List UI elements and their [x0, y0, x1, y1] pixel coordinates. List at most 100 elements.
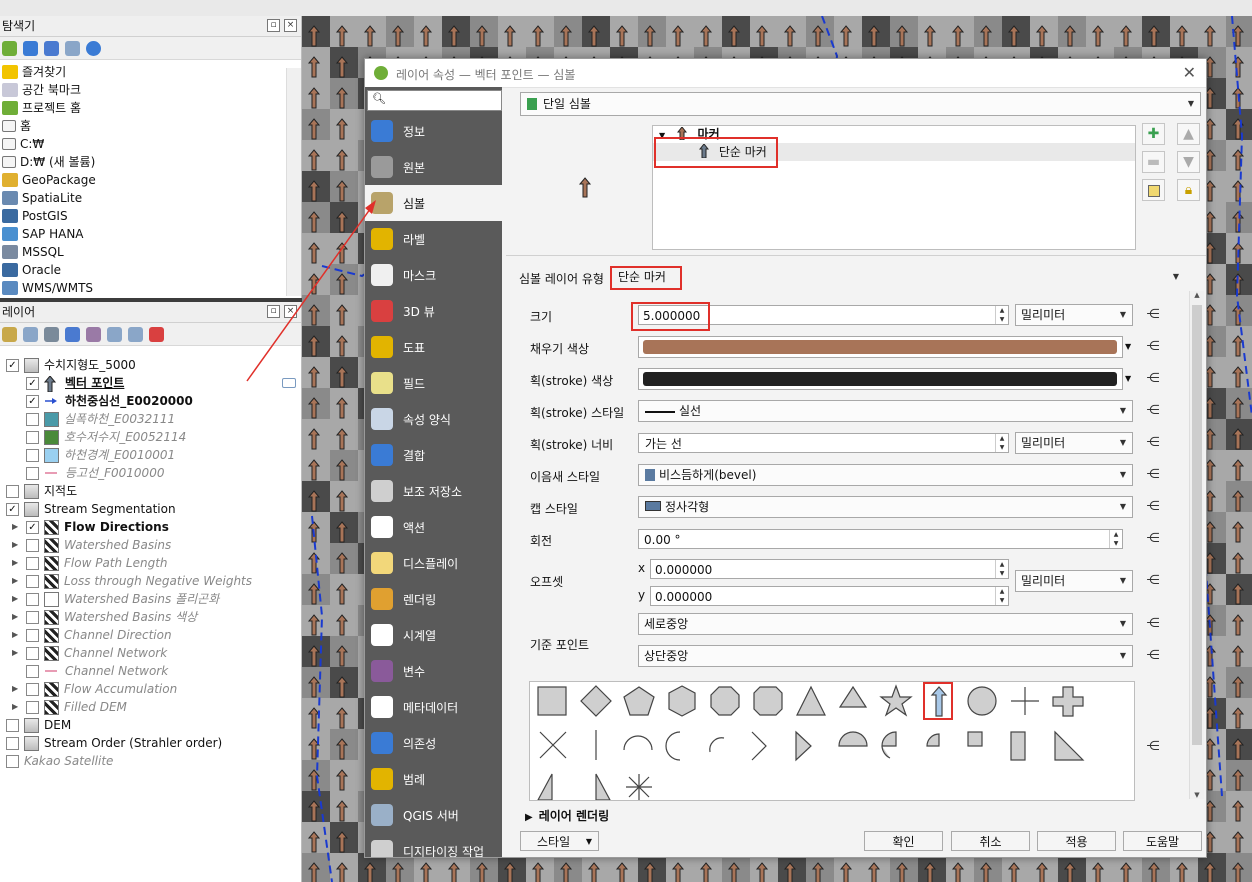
expand-caret-icon[interactable]: ▶: [12, 680, 20, 698]
expand-caret-icon[interactable]: ▶: [12, 590, 20, 608]
shape-equilateral-triangle[interactable]: [838, 685, 868, 708]
layer-tree-item[interactable]: ✓ Stream Segmentation: [6, 500, 301, 518]
shape-pentagon[interactable]: [623, 686, 655, 716]
nav-tab-legend[interactable]: 범례: [365, 761, 502, 797]
data-defined-override-icon[interactable]: ⋲: [1142, 498, 1164, 516]
filter-icon[interactable]: [44, 40, 59, 56]
remove-symbol-layer-button[interactable]: ▬: [1142, 151, 1165, 173]
data-defined-override-icon[interactable]: ⋲: [1142, 615, 1164, 633]
nav-tab-paintbrush[interactable]: 심볼: [365, 185, 502, 221]
browser-item[interactable]: WMS/WMTS: [0, 279, 301, 297]
stroke-style-combo[interactable]: 실선 ▼: [638, 400, 1133, 422]
layer-visibility-checkbox[interactable]: [6, 718, 19, 732]
layer-visibility-checkbox[interactable]: [26, 574, 39, 588]
nav-tab-digitizing[interactable]: 디지타이징 작업: [365, 833, 502, 857]
layer-tree-item[interactable]: ✓ 벡터 포인트: [6, 374, 301, 393]
shape-octagon[interactable]: [710, 686, 740, 716]
expand-caret-icon[interactable]: ▶: [12, 626, 20, 644]
layer-visibility-checkbox[interactable]: [26, 592, 39, 606]
layer-visibility-checkbox[interactable]: [26, 646, 39, 660]
expand-caret-icon[interactable]: ▶: [12, 536, 20, 554]
layer-visibility-checkbox[interactable]: [26, 538, 39, 552]
shape-quarter-arc[interactable]: [709, 737, 725, 753]
layer-rendering-toggle[interactable]: ▶ 레이어 렌더링: [525, 807, 609, 824]
remove-layer-icon[interactable]: [149, 326, 164, 342]
layer-tree-item[interactable]: ✓ 하천중심선_E0020000: [6, 392, 301, 410]
move-down-button[interactable]: ▼: [1177, 151, 1200, 173]
browser-item[interactable]: SAP HANA: [0, 225, 301, 243]
nav-tab-clock[interactable]: 시계열: [365, 617, 502, 653]
refresh-icon[interactable]: [23, 40, 38, 56]
data-defined-override-icon[interactable]: ⋲: [1142, 738, 1164, 756]
ok-button[interactable]: 확인: [864, 831, 943, 851]
nav-tab-dependencies[interactable]: 의존성: [365, 725, 502, 761]
manage-visibility-icon[interactable]: [44, 326, 59, 342]
browser-item[interactable]: MSSQL: [0, 243, 301, 261]
shape-decagon[interactable]: [753, 686, 783, 716]
browser-item[interactable]: Oracle: [0, 261, 301, 279]
expand-all-icon[interactable]: [107, 326, 122, 342]
nav-tab-info[interactable]: 정보: [365, 113, 502, 149]
offset-y-input[interactable]: 0.000000 ▲ ▼: [650, 586, 1009, 606]
shape-triangle[interactable]: [796, 685, 826, 716]
browser-item[interactable]: GeoPackage: [0, 171, 301, 189]
expand-caret-icon[interactable]: ▶: [12, 518, 20, 536]
expand-caret-icon[interactable]: ▶: [12, 608, 20, 626]
browser-item[interactable]: 공간 북마크: [0, 81, 301, 99]
layer-visibility-checkbox[interactable]: ✓: [26, 520, 39, 534]
layer-visibility-checkbox[interactable]: [26, 466, 39, 480]
layer-tree-item[interactable]: Kakao Satellite: [6, 752, 301, 770]
shape-cross-fill[interactable]: [1052, 686, 1084, 717]
stroke-color-button[interactable]: [638, 368, 1123, 390]
layer-visibility-checkbox[interactable]: [26, 628, 39, 642]
data-defined-override-icon[interactable]: ⋲: [1142, 338, 1164, 356]
filter-legend-icon[interactable]: [65, 326, 80, 342]
stroke-width-input[interactable]: 가는 선 ▲ ▼: [638, 433, 1009, 453]
data-defined-override-icon[interactable]: ⋲: [1142, 370, 1164, 388]
layer-tree-item[interactable]: ▶ Watershed Basins 폴리곤화: [6, 590, 301, 608]
shape-right-half-triangle[interactable]: [1054, 730, 1085, 761]
expand-caret-icon[interactable]: ▶: [12, 572, 20, 590]
shape-filled-arrowhead[interactable]: [795, 730, 812, 762]
layer-visibility-checkbox[interactable]: ✓: [6, 502, 19, 516]
add-symbol-layer-button[interactable]: ✚: [1142, 123, 1165, 145]
shape-arc[interactable]: [623, 735, 653, 751]
offset-x-input[interactable]: 0.000000 ▲ ▼: [650, 559, 1009, 579]
layer-tree-item[interactable]: Stream Order (Strahler order): [6, 734, 301, 752]
layer-visibility-checkbox[interactable]: ✓: [26, 376, 39, 390]
layer-visibility-checkbox[interactable]: ✓: [6, 358, 19, 372]
data-defined-override-icon[interactable]: ⋲: [1142, 466, 1164, 484]
nav-tab-qgis-server[interactable]: QGIS 서버: [365, 797, 502, 833]
layer-tree-item[interactable]: 등고선_F0010000: [6, 464, 301, 482]
shape-half-circle[interactable]: [838, 731, 868, 747]
cap-style-combo[interactable]: 정사각형 ▼: [638, 496, 1133, 518]
close-panel-button[interactable]: ×: [284, 19, 297, 32]
lock-layer-icon[interactable]: 🔒︎: [1177, 179, 1200, 201]
layer-style-indicator-icon[interactable]: [282, 378, 296, 388]
shape-half-square[interactable]: [1010, 731, 1026, 761]
data-defined-override-icon[interactable]: ⋲: [1142, 647, 1164, 665]
layer-tree-item[interactable]: Channel Network: [6, 662, 301, 680]
layer-visibility-checkbox[interactable]: [26, 664, 39, 678]
duplicate-layer-button[interactable]: [1142, 179, 1165, 201]
layer-tree-item[interactable]: ▶ Channel Direction: [6, 626, 301, 644]
anchor-horizontal-combo[interactable]: 상단중앙 ▼: [638, 645, 1133, 667]
layer-tree-item[interactable]: ▶ Filled DEM: [6, 698, 301, 716]
shape-asterisk[interactable]: [626, 774, 652, 800]
shape-half-triangle[interactable]: [595, 773, 611, 800]
layer-tree-item[interactable]: ▶ ✓ Flow Directions: [6, 518, 301, 536]
layer-tree-item[interactable]: ▶ Loss through Negative Weights: [6, 572, 301, 590]
info-icon[interactable]: [86, 40, 101, 56]
cancel-button[interactable]: 취소: [951, 831, 1030, 851]
join-style-combo[interactable]: 비스듬하게(bevel) ▼: [638, 464, 1133, 486]
nav-tab-source-tools[interactable]: 원본: [365, 149, 502, 185]
nav-tab-attribute-form[interactable]: 속성 양식: [365, 401, 502, 437]
shape-star[interactable]: [879, 684, 913, 717]
layer-visibility-checkbox[interactable]: [6, 736, 19, 750]
layer-tree-item[interactable]: ▶ Flow Path Length: [6, 554, 301, 572]
symbol-layer-type-combo[interactable]: 단순 마커 ▼: [613, 267, 1185, 289]
close-dialog-button[interactable]: ✕: [1183, 63, 1196, 82]
data-defined-override-icon[interactable]: ⋲: [1142, 572, 1164, 590]
layer-visibility-checkbox[interactable]: [26, 700, 39, 714]
shape-arrowhead[interactable]: [751, 731, 767, 761]
